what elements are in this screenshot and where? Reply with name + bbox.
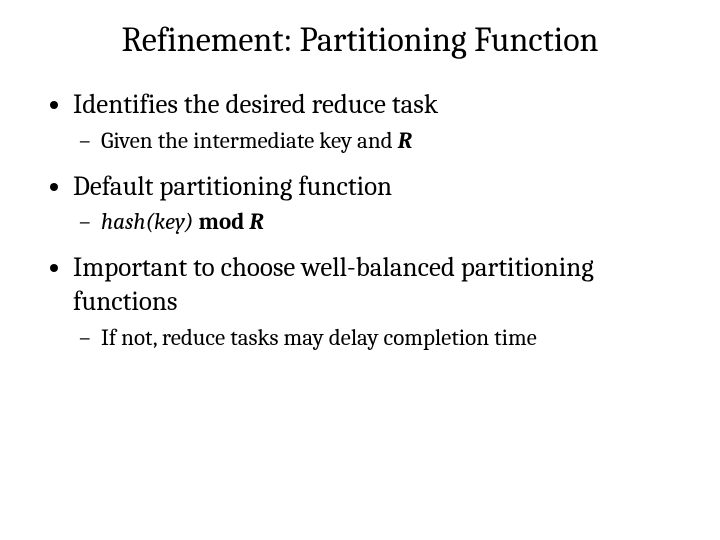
- sub-list: Given the intermediate key and R: [73, 126, 675, 156]
- slide-title: Refinement: Partitioning Function: [45, 20, 675, 60]
- sub-item: hash(key) mod R: [101, 207, 675, 237]
- slide: Refinement: Partitioning Function Identi…: [0, 0, 720, 540]
- bullet-item: Default partitioning function hash(key) …: [73, 170, 675, 238]
- sub-text-bold: mod: [199, 208, 250, 235]
- sub-text-bold: R: [398, 127, 413, 154]
- bullet-text: Default partitioning function: [73, 171, 392, 202]
- sub-text-italic: hash(key): [101, 208, 199, 235]
- bullet-item: Identifies the desired reduce task Given…: [73, 88, 675, 156]
- sub-list: hash(key) mod R: [73, 207, 675, 237]
- sub-item: If not, reduce tasks may delay completio…: [101, 323, 675, 353]
- bullet-item: Important to choose well-balanced partit…: [73, 251, 675, 352]
- sub-text: If not, reduce tasks may delay completio…: [101, 324, 537, 351]
- bullet-text: Important to choose well-balanced partit…: [73, 252, 594, 317]
- sub-list: If not, reduce tasks may delay completio…: [73, 323, 675, 353]
- sub-text: Given the intermediate key and: [101, 127, 398, 154]
- bullet-list: Identifies the desired reduce task Given…: [45, 88, 675, 353]
- bullet-text: Identifies the desired reduce task: [73, 89, 438, 120]
- sub-text-boldit: R: [249, 208, 264, 235]
- sub-item: Given the intermediate key and R: [101, 126, 675, 156]
